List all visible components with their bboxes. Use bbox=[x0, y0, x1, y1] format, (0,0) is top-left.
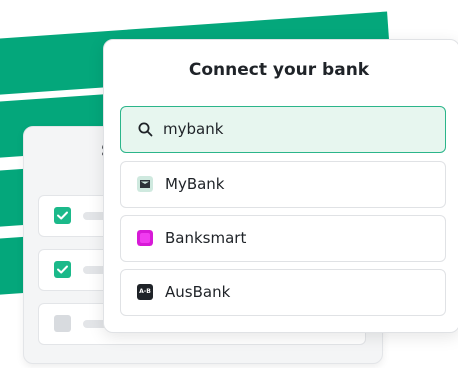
bank-name: Banksmart bbox=[165, 229, 247, 247]
search-icon bbox=[138, 122, 153, 141]
bank-search-input[interactable]: mybank bbox=[120, 106, 446, 153]
connect-bank-dialog: Connect your bank mybank MyBank Banksmar… bbox=[103, 39, 458, 333]
banksmart-logo-icon bbox=[137, 230, 153, 246]
checkbox-checked-icon bbox=[54, 261, 71, 278]
dialog-title: Connect your bank bbox=[188, 60, 370, 80]
bank-name: MyBank bbox=[165, 175, 225, 193]
search-value: mybank bbox=[163, 120, 224, 138]
checkbox-unchecked-icon bbox=[54, 315, 71, 332]
bank-option-mybank[interactable]: MyBank bbox=[120, 161, 446, 208]
bank-name: AusBank bbox=[165, 283, 231, 301]
mybank-logo-icon bbox=[137, 176, 153, 192]
checkbox-checked-icon bbox=[54, 207, 71, 224]
ausbank-logo-icon: A-B bbox=[137, 284, 153, 300]
bank-option-ausbank[interactable]: A-B AusBank bbox=[120, 269, 446, 316]
bank-option-banksmart[interactable]: Banksmart bbox=[120, 215, 446, 262]
